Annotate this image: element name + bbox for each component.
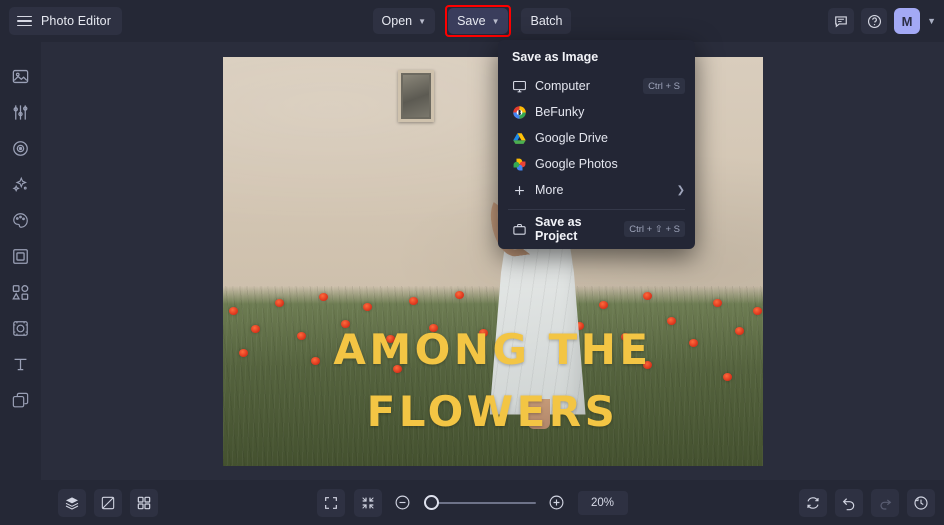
save-button-label: Save xyxy=(457,14,486,28)
sidebar-item-image[interactable] xyxy=(0,58,41,94)
legs xyxy=(528,399,550,429)
redo-icon xyxy=(877,495,893,511)
compare-icon xyxy=(100,495,116,511)
redo-button[interactable] xyxy=(871,489,899,517)
sidebar-item-text[interactable] xyxy=(0,346,41,382)
save-button-highlight-wrapper: Save ▼ xyxy=(445,5,511,37)
sidebar-item-edit[interactable] xyxy=(0,94,41,130)
briefcase-icon xyxy=(512,222,530,237)
open-button[interactable]: Open ▼ xyxy=(373,8,436,34)
chat-icon xyxy=(834,14,848,28)
zoom-slider-track xyxy=(430,502,536,504)
grid-icon xyxy=(136,495,152,511)
menu-item-computer-shortcut: Ctrl + S xyxy=(643,78,685,94)
menu-divider xyxy=(508,209,685,210)
menu-item-save-as-project-label: Save as Project xyxy=(535,215,624,243)
sidebar-item-textures[interactable] xyxy=(0,310,41,346)
open-button-label: Open xyxy=(382,14,413,28)
window-decor xyxy=(398,70,434,122)
reset-button[interactable] xyxy=(799,489,827,517)
dropdown-heading: Save as Image xyxy=(498,48,695,73)
help-button[interactable] xyxy=(861,8,887,34)
menu-item-google-drive[interactable]: Google Drive xyxy=(498,125,695,151)
workspace: AMONG THE FLOWERS xyxy=(41,42,944,480)
befunky-icon xyxy=(512,105,530,120)
sidebar-item-graphics[interactable] xyxy=(0,274,41,310)
menu-item-google-photos-label: Google Photos xyxy=(535,157,685,171)
layers-icon xyxy=(64,495,80,511)
frame-icon xyxy=(11,247,30,266)
batch-button-label: Batch xyxy=(530,14,562,28)
text-icon xyxy=(11,355,30,374)
reset-icon xyxy=(805,495,821,511)
bottom-toolbar-right xyxy=(799,489,935,517)
menu-item-befunky[interactable]: BeFunky xyxy=(498,99,695,125)
help-icon xyxy=(867,14,882,29)
account-chevron-down-icon[interactable]: ▼ xyxy=(927,16,936,26)
monitor-icon xyxy=(512,79,530,94)
menu-item-save-as-project[interactable]: Save as Project Ctrl + ⇧ + S xyxy=(498,216,695,242)
save-button[interactable]: Save ▼ xyxy=(448,8,508,34)
plus-icon xyxy=(512,183,530,198)
sidebar-item-effects[interactable] xyxy=(0,166,41,202)
feedback-button[interactable] xyxy=(828,8,854,34)
fit-to-screen-button[interactable] xyxy=(317,489,345,517)
chevron-down-icon: ▼ xyxy=(492,18,500,26)
plus-circle-icon xyxy=(548,494,565,511)
sparkles-icon xyxy=(11,175,30,194)
zoom-slider-handle[interactable] xyxy=(424,495,439,510)
bottom-toolbar-left xyxy=(58,489,158,517)
eye-icon xyxy=(11,139,30,158)
layers-button[interactable] xyxy=(58,489,86,517)
minus-circle-icon xyxy=(394,494,411,511)
batch-button[interactable]: Batch xyxy=(521,8,571,34)
zoom-out-button[interactable] xyxy=(391,491,415,515)
menu-item-befunky-label: BeFunky xyxy=(535,105,685,119)
top-toolbar: Photo Editor Open ▼ Save ▼ Batch xyxy=(0,0,944,42)
photo-editor-app: Photo Editor Open ▼ Save ▼ Batch xyxy=(0,0,944,525)
save-dropdown-menu: Save as Image Computer Ctrl + S xyxy=(498,40,695,249)
history-icon xyxy=(913,495,929,511)
zoom-in-button[interactable] xyxy=(545,491,569,515)
chevron-down-icon: ▼ xyxy=(418,18,426,26)
image-icon xyxy=(11,67,30,86)
grid-button[interactable] xyxy=(130,489,158,517)
app-menu-button[interactable]: Photo Editor xyxy=(9,7,122,35)
texture-icon xyxy=(11,319,30,338)
sidebar-item-retouch[interactable] xyxy=(0,130,41,166)
menu-item-computer-label: Computer xyxy=(535,79,643,93)
top-toolbar-center: Open ▼ Save ▼ Batch xyxy=(0,0,944,42)
sidebar-item-artsy[interactable] xyxy=(0,202,41,238)
undo-icon xyxy=(841,495,857,511)
menu-item-google-drive-label: Google Drive xyxy=(535,131,685,145)
palette-icon xyxy=(11,211,30,230)
sliders-icon xyxy=(11,103,30,122)
menu-item-google-photos[interactable]: Google Photos xyxy=(498,151,695,177)
history-button[interactable] xyxy=(907,489,935,517)
app-title: Photo Editor xyxy=(41,14,111,28)
left-sidebar xyxy=(0,42,41,525)
expand-icon xyxy=(323,495,339,511)
hamburger-icon xyxy=(17,16,32,27)
shapes-icon xyxy=(11,283,30,302)
google-drive-icon xyxy=(512,131,530,146)
chevron-right-icon: ❯ xyxy=(677,185,685,196)
google-photos-icon xyxy=(512,157,530,172)
avatar[interactable]: M xyxy=(894,8,920,34)
zoom-level-value[interactable]: 20% xyxy=(578,491,628,515)
menu-item-more[interactable]: More ❯ xyxy=(498,177,695,203)
menu-item-computer[interactable]: Computer Ctrl + S xyxy=(498,73,695,99)
menu-item-more-label: More xyxy=(535,183,677,197)
sidebar-item-overlays[interactable] xyxy=(0,382,41,418)
compare-button[interactable] xyxy=(94,489,122,517)
overlay-icon xyxy=(11,391,30,410)
actual-size-button[interactable] xyxy=(354,489,382,517)
undo-button[interactable] xyxy=(835,489,863,517)
sidebar-item-frames[interactable] xyxy=(0,238,41,274)
zoom-slider[interactable] xyxy=(424,494,536,512)
bottom-toolbar: 20% xyxy=(0,480,944,525)
menu-item-save-as-project-shortcut: Ctrl + ⇧ + S xyxy=(624,221,685,237)
collapse-icon xyxy=(360,495,376,511)
top-toolbar-right: M ▼ xyxy=(828,0,936,42)
